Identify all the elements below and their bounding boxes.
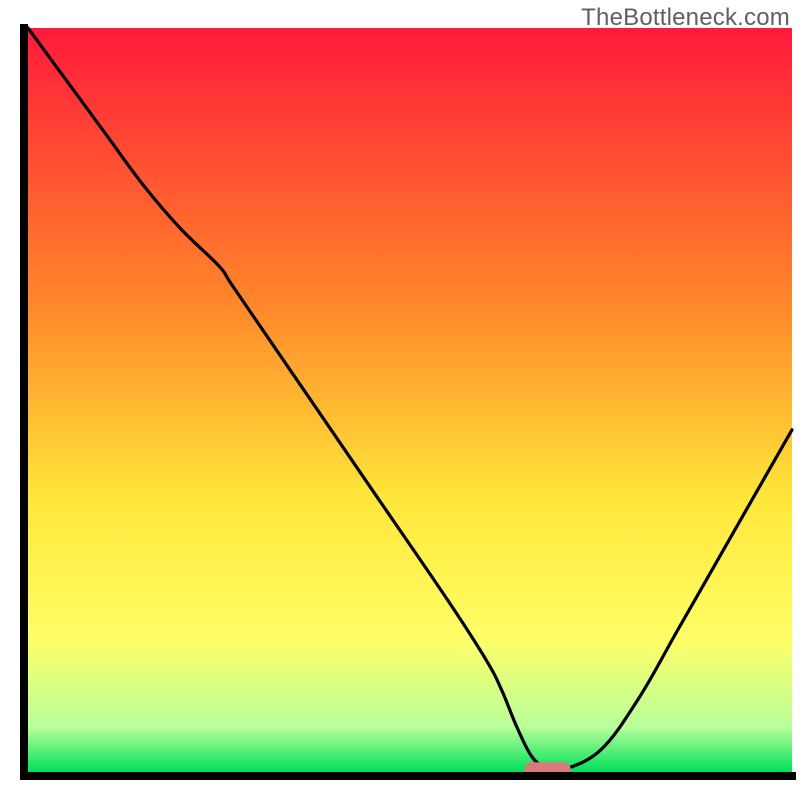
watermark-text: TheBottleneck.com: [581, 4, 790, 32]
chart-container: TheBottleneck.com: [0, 0, 800, 800]
plot-background: [28, 28, 792, 772]
bottleneck-chart: [0, 0, 800, 800]
